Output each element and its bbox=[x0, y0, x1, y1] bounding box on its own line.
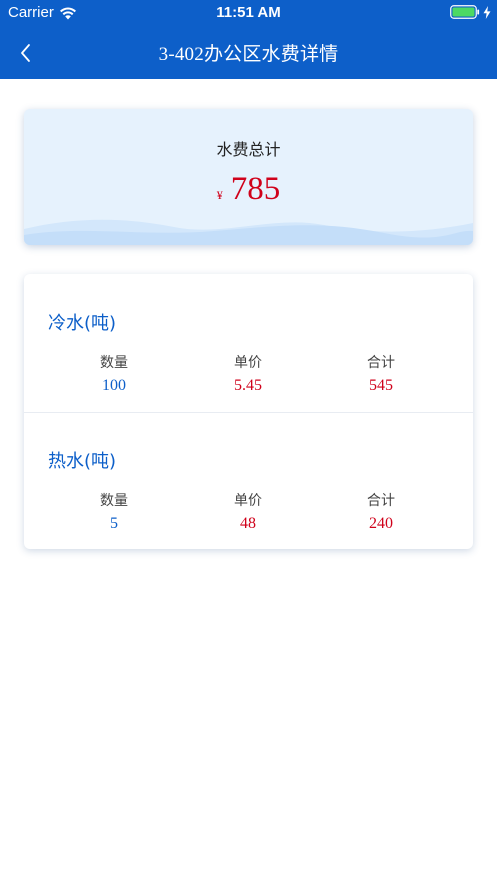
cold-water-section: 冷水(吨) 数量 100 单价 5.45 合计 545 bbox=[24, 274, 473, 412]
subtotal-value: 545 bbox=[369, 377, 393, 394]
quantity-column: 数量 5 bbox=[54, 492, 174, 533]
battery-group bbox=[450, 5, 491, 19]
currency-symbol: ¥ bbox=[216, 188, 223, 202]
unit-price-value: 5.45 bbox=[234, 377, 262, 394]
bolt-icon bbox=[483, 5, 491, 19]
section-title: 冷水(吨) bbox=[48, 313, 117, 334]
page-title: 3-402办公区水费详情 bbox=[158, 44, 339, 65]
subtotal-label: 合计 bbox=[367, 355, 395, 371]
total-cost-title: 水费总计 bbox=[216, 140, 281, 159]
quantity-label: 数量 bbox=[100, 493, 128, 509]
quantity-value: 5 bbox=[110, 515, 118, 532]
unit-price-column: 单价 48 bbox=[188, 492, 308, 533]
subtotal-column: 合计 240 bbox=[321, 492, 441, 533]
unit-price-value: 48 bbox=[240, 515, 256, 532]
subtotal-column: 合计 545 bbox=[321, 354, 441, 395]
quantity-label: 数量 bbox=[100, 355, 128, 371]
usage-detail-card: 冷水(吨) 数量 100 单价 5.45 合计 545 热水(吨) 数量 5 单… bbox=[24, 274, 473, 549]
section-title: 热水(吨) bbox=[48, 451, 117, 472]
status-bar: Carrier 11:51 AM bbox=[0, 0, 497, 26]
total-cost-amount-row: ¥ 785 bbox=[24, 171, 473, 208]
unit-price-label: 单价 bbox=[234, 493, 262, 509]
app-header: Carrier 11:51 AM 3-402办公区水费详情 bbox=[0, 0, 497, 79]
total-cost-card: 水费总计 ¥ 785 bbox=[24, 109, 473, 245]
quantity-column: 数量 100 bbox=[54, 354, 174, 395]
unit-price-column: 单价 5.45 bbox=[188, 354, 308, 395]
status-time: 11:51 AM bbox=[216, 4, 281, 21]
wave-decoration bbox=[24, 219, 473, 245]
hot-water-section: 热水(吨) 数量 5 单价 48 合计 240 bbox=[24, 412, 473, 549]
unit-price-label: 单价 bbox=[234, 355, 262, 371]
subtotal-value: 240 bbox=[369, 515, 393, 532]
nav-bar: 3-402办公区水费详情 bbox=[0, 26, 497, 79]
total-cost-amount: 785 bbox=[230, 171, 281, 207]
quantity-value: 100 bbox=[102, 377, 126, 394]
subtotal-label: 合计 bbox=[367, 493, 395, 509]
battery-icon bbox=[450, 5, 480, 19]
